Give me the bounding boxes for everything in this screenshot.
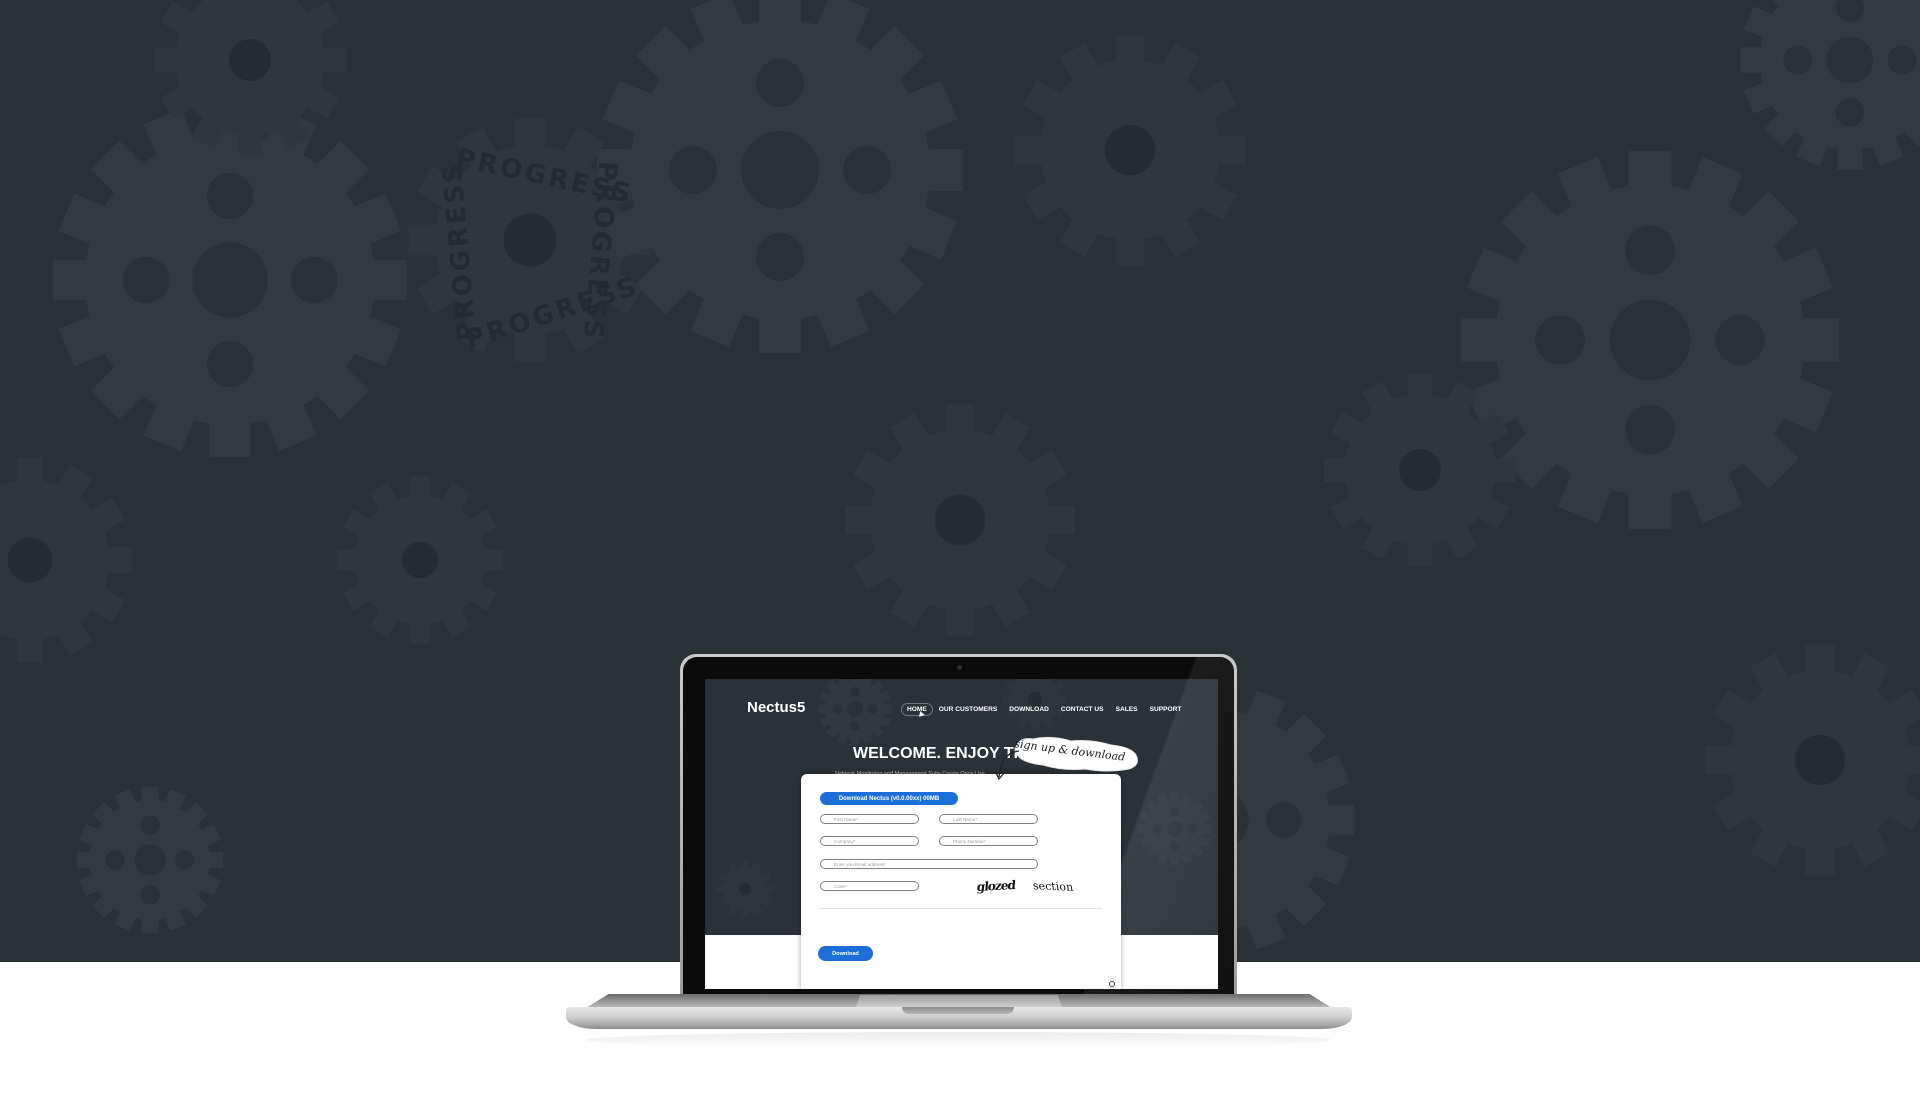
phone-field[interactable]: Phone Number* xyxy=(939,836,1038,846)
site-navbar: Nectus5 HOME OUR CUSTOMERS DOWNLOAD CONT… xyxy=(705,679,1218,729)
trackpad xyxy=(856,995,1062,1007)
signup-form-card: Download Nectus (v0.0.00xx) 00MB First N… xyxy=(801,774,1121,989)
nav-contact-us[interactable]: CONTACT US xyxy=(1055,703,1110,716)
nav-home[interactable]: HOME xyxy=(901,703,933,716)
camera-icon xyxy=(956,665,962,670)
download-submit-button[interactable]: Download xyxy=(818,946,873,961)
nav-download[interactable]: DOWNLOAD xyxy=(1003,703,1055,716)
last-name-field[interactable]: Last Name* xyxy=(939,814,1038,824)
nav-menu: HOME OUR CUSTOMERS DOWNLOAD CONTACT US S… xyxy=(901,703,1187,716)
captcha-code-field[interactable]: Code* xyxy=(820,881,919,891)
laptop-lid: Nectus5 HOME OUR CUSTOMERS DOWNLOAD CONT… xyxy=(680,654,1237,1007)
callout-arrow-icon xyxy=(994,750,1020,781)
settings-icon xyxy=(1109,981,1115,987)
captcha-word-1: glozed xyxy=(976,878,1016,894)
laptop-mockup: Nectus5 HOME OUR CUSTOMERS DOWNLOAD CONT… xyxy=(566,654,1352,1112)
form-divider xyxy=(820,908,1102,909)
screen-bezel: Nectus5 HOME OUR CUSTOMERS DOWNLOAD CONT… xyxy=(683,657,1234,1007)
nav-sales[interactable]: SALES xyxy=(1110,703,1144,716)
download-version-button[interactable]: Download Nectus (v0.0.00xx) 00MB xyxy=(820,792,958,805)
nav-support[interactable]: SUPPORT xyxy=(1144,703,1188,716)
laptop-shadow xyxy=(586,1032,1332,1048)
signup-callout: sign up & download xyxy=(1011,735,1146,783)
company-field[interactable]: Company* xyxy=(820,836,919,846)
first-name-field[interactable]: First Name* xyxy=(820,814,919,824)
laptop-screen: Nectus5 HOME OUR CUSTOMERS DOWNLOAD CONT… xyxy=(705,679,1218,989)
captcha-word-2: section xyxy=(1031,879,1074,894)
email-field[interactable]: Enter you Email address* xyxy=(820,859,1038,869)
site-logo[interactable]: Nectus5 xyxy=(747,699,805,716)
laptop-hinge-notch xyxy=(902,1007,1014,1014)
nav-our-customers[interactable]: OUR CUSTOMERS xyxy=(933,703,1004,716)
